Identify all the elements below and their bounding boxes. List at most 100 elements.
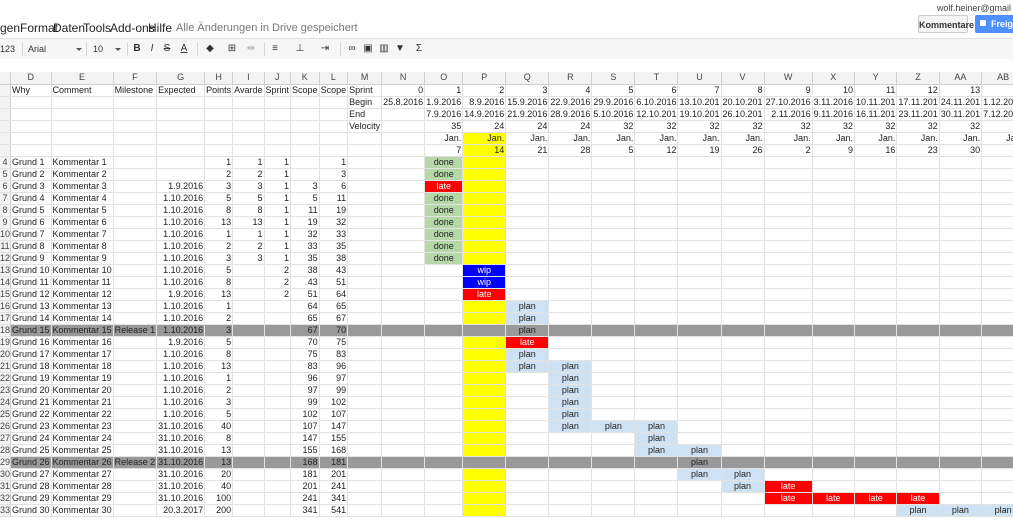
sprint-cell-t[interactable]	[634, 168, 679, 181]
sprint-cell-u[interactable]: plan	[677, 468, 722, 481]
cell[interactable]: Comment	[51, 84, 114, 97]
sprint-cell-o[interactable]: done	[424, 216, 464, 229]
sprint-cell-r[interactable]	[548, 456, 593, 469]
sprint-cell-s[interactable]	[591, 324, 636, 337]
sprint-cell-p[interactable]	[462, 312, 507, 325]
sprint-cell-t[interactable]	[634, 492, 679, 505]
sprint-cell-u[interactable]	[677, 420, 722, 433]
sprint-cell-p[interactable]	[462, 192, 507, 205]
cell[interactable]: 16.11.201	[854, 108, 898, 121]
cell-why[interactable]: Grund 22	[10, 408, 52, 421]
sprint-cell-x[interactable]	[812, 216, 855, 229]
sprint-cell-x[interactable]	[812, 252, 855, 265]
sprint-cell-z[interactable]	[896, 156, 940, 169]
cell[interactable]: 7.12.2016	[981, 108, 1013, 121]
sprint-cell-t[interactable]	[634, 216, 679, 229]
sprint-cell-aa[interactable]	[939, 228, 983, 241]
sprint-cell-p[interactable]	[462, 420, 507, 433]
row-header[interactable]	[0, 108, 11, 121]
cell-points[interactable]: 100	[204, 492, 234, 505]
cell[interactable]	[51, 132, 114, 145]
cell[interactable]: 6.10.2016	[634, 96, 679, 109]
link-icon[interactable]: ∞	[345, 41, 359, 57]
sprint-cell-aa[interactable]	[939, 336, 983, 349]
cell[interactable]	[381, 228, 426, 241]
sprint-cell-q[interactable]	[505, 168, 550, 181]
sprint-cell-z[interactable]	[896, 408, 940, 421]
font-select[interactable]: Arial	[28, 41, 83, 57]
row-header[interactable]: 18	[0, 324, 11, 337]
cell[interactable]: Milestone	[113, 84, 158, 97]
sprint-cell-q[interactable]	[505, 408, 550, 421]
row-header[interactable]: 15	[0, 288, 11, 301]
cell[interactable]: Jan.	[854, 132, 898, 145]
cell[interactable]: 1	[424, 84, 464, 97]
cell-points[interactable]: 13	[204, 288, 234, 301]
sprint-cell-t[interactable]	[634, 276, 679, 289]
cell[interactable]: 30.11.201	[939, 108, 983, 121]
cell[interactable]: 13	[939, 84, 983, 97]
cell-why[interactable]: Grund 1	[10, 156, 52, 169]
sprint-cell-w[interactable]	[764, 396, 813, 409]
cell-avarde[interactable]	[232, 504, 265, 517]
sprint-cell-ab[interactable]	[981, 360, 1013, 373]
share-button[interactable]: Freigeb	[975, 15, 1013, 33]
column-header[interactable]: Z	[896, 72, 940, 85]
cell[interactable]	[113, 144, 158, 157]
cell-comment[interactable]: Kommentar 13	[51, 300, 114, 313]
cell[interactable]	[381, 444, 426, 457]
cell[interactable]: 2	[764, 144, 813, 157]
row-header[interactable]	[0, 120, 11, 133]
sprint-cell-o[interactable]	[424, 504, 464, 517]
cell[interactable]: Jan.	[424, 132, 464, 145]
sprint-cell-q[interactable]: plan	[505, 360, 550, 373]
sprint-cell-u[interactable]	[677, 288, 722, 301]
sprint-cell-u[interactable]	[677, 504, 722, 517]
cell[interactable]: Jan.	[677, 132, 722, 145]
cell-scope1[interactable]	[290, 156, 320, 169]
cell-scope2[interactable]: 241	[319, 480, 349, 493]
cell[interactable]	[347, 240, 383, 253]
sprint-cell-y[interactable]	[854, 408, 898, 421]
row-header[interactable]: 5	[0, 168, 11, 181]
sprint-cell-y[interactable]	[854, 468, 898, 481]
cell-scope2[interactable]: 201	[319, 468, 349, 481]
cell-avarde[interactable]	[232, 408, 265, 421]
cell[interactable]: 21	[505, 144, 550, 157]
sprint-cell-o[interactable]	[424, 444, 464, 457]
sprint-cell-x[interactable]	[812, 396, 855, 409]
cell-scope2[interactable]: 33	[319, 228, 349, 241]
cell[interactable]: 30	[939, 144, 983, 157]
cell-scope1[interactable]: 70	[290, 336, 320, 349]
sprint-cell-q[interactable]	[505, 240, 550, 253]
cell[interactable]	[232, 120, 265, 133]
sprint-cell-z[interactable]	[896, 192, 940, 205]
cell[interactable]	[290, 144, 320, 157]
cell[interactable]: Jan.	[591, 132, 636, 145]
cell[interactable]: Why	[10, 84, 52, 97]
cell[interactable]	[347, 480, 383, 493]
sprint-cell-o[interactable]: done	[424, 204, 464, 217]
sprint-cell-aa[interactable]	[939, 240, 983, 253]
cell[interactable]	[381, 480, 426, 493]
cell-avarde[interactable]	[232, 468, 265, 481]
sprint-cell-p[interactable]	[462, 468, 507, 481]
cell[interactable]	[381, 240, 426, 253]
cell[interactable]: 7	[424, 144, 464, 157]
cell-comment[interactable]: Kommentar 6	[51, 216, 114, 229]
cell-scope1[interactable]: 43	[290, 276, 320, 289]
cell-milestone[interactable]	[113, 444, 158, 457]
cell[interactable]: 5.10.2016	[591, 108, 636, 121]
sprint-cell-o[interactable]	[424, 264, 464, 277]
cell-avarde[interactable]	[232, 372, 265, 385]
sprint-cell-s[interactable]	[591, 264, 636, 277]
cell-scope1[interactable]: 107	[290, 420, 320, 433]
cell[interactable]: 0	[381, 84, 426, 97]
sprint-cell-v[interactable]	[721, 156, 765, 169]
cell-scope1[interactable]: 51	[290, 288, 320, 301]
sprint-cell-y[interactable]	[854, 444, 898, 457]
cell-expected[interactable]: 1.10.2016	[156, 240, 206, 253]
cell[interactable]	[51, 120, 114, 133]
sprint-cell-q[interactable]: plan	[505, 300, 550, 313]
sprint-cell-p[interactable]	[462, 228, 507, 241]
